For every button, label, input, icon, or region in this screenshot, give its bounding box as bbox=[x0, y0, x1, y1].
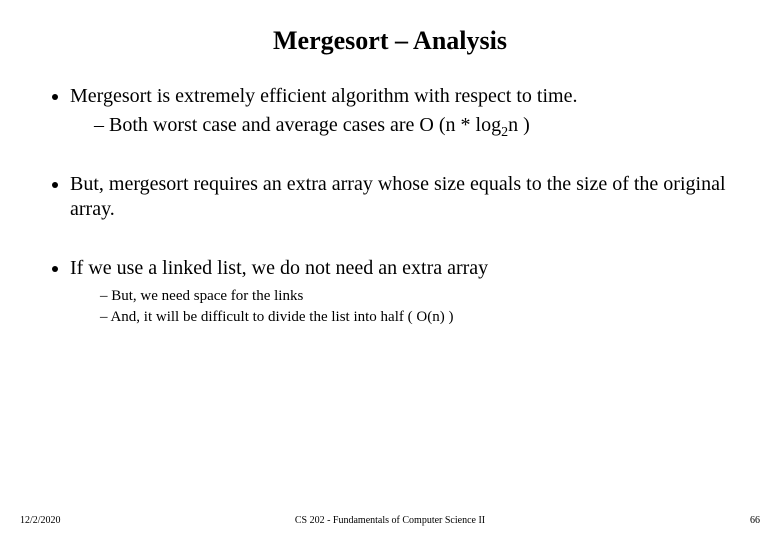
slide: Mergesort – Analysis Mergesort is extrem… bbox=[0, 0, 780, 540]
bullet-1-text: Mergesort is extremely efficient algorit… bbox=[70, 85, 577, 107]
bullet-2-text: But, mergesort requires an extra array w… bbox=[70, 173, 726, 220]
bullet-3-text: If we use a linked list, we do not need … bbox=[70, 257, 488, 279]
bullet-1-sub-1-pre: Both worst case and average cases are O … bbox=[109, 114, 501, 136]
footer: 12/2/2020 CS 202 - Fundamentals of Compu… bbox=[0, 515, 780, 526]
bullet-2: But, mergesort requires an extra array w… bbox=[70, 172, 750, 222]
bullet-3-sub-1: But, we need space for the links bbox=[100, 287, 750, 306]
bullet-1-sub-1: Both worst case and average cases are O … bbox=[94, 113, 750, 138]
bullet-1-sublist: Both worst case and average cases are O … bbox=[70, 113, 750, 138]
slide-title: Mergesort – Analysis bbox=[30, 26, 750, 56]
bullet-list: Mergesort is extremely efficient algorit… bbox=[30, 84, 750, 327]
footer-course: CS 202 - Fundamentals of Computer Scienc… bbox=[0, 515, 780, 526]
footer-date: 12/2/2020 bbox=[20, 515, 61, 526]
bullet-3: If we use a linked list, we do not need … bbox=[70, 256, 750, 327]
bullet-1-sub-1-post: n ) bbox=[508, 114, 530, 136]
footer-page: 66 bbox=[750, 515, 760, 526]
bullet-3-sub-2: And, it will be difficult to divide the … bbox=[100, 308, 750, 327]
bullet-3-sublist: But, we need space for the links And, it… bbox=[70, 287, 750, 327]
bullet-1: Mergesort is extremely efficient algorit… bbox=[70, 84, 750, 138]
